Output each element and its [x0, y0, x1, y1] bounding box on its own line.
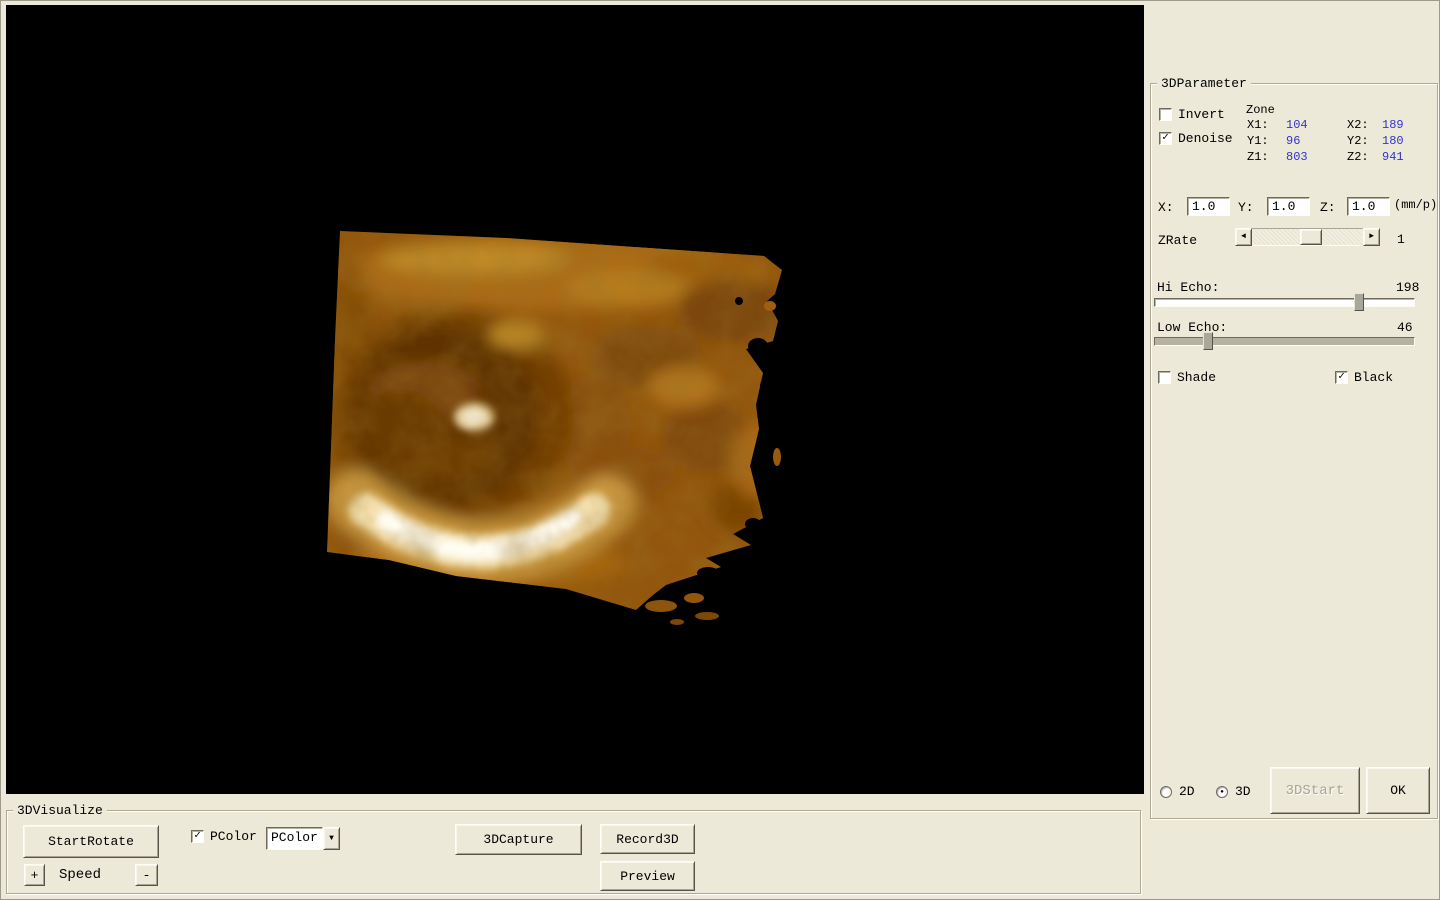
app-window: 3DParameter Invert ✓ Denoise Zone X1: 10… — [0, 0, 1440, 900]
zone-x1-label: X1: — [1247, 118, 1269, 132]
hi-echo-value: 198 — [1396, 280, 1420, 295]
record3d-button[interactable]: Record3D — [600, 824, 695, 854]
ok-button[interactable]: OK — [1366, 767, 1430, 814]
zone-y2-label: Y2: — [1347, 134, 1369, 148]
hi-echo-label: Hi Echo: — [1157, 280, 1220, 295]
3dparameter-title: 3DParameter — [1157, 76, 1251, 91]
zone-x1-value: 104 — [1286, 118, 1308, 132]
chevron-down-icon[interactable]: ▼ — [323, 827, 340, 850]
check-icon: ✓ — [194, 830, 201, 842]
scale-z-label: Z: — [1320, 200, 1336, 215]
speed-plus-button[interactable]: + — [24, 864, 45, 886]
zone-z1-value: 803 — [1286, 150, 1308, 164]
pcolor-checkbox[interactable]: ✓ PColor — [191, 830, 257, 844]
zrate-left-arrow-icon[interactable]: ◄ — [1235, 228, 1252, 246]
zrate-value: 1 — [1397, 232, 1405, 247]
low-echo-thumb[interactable] — [1203, 332, 1213, 350]
3dvisualize-title: 3DVisualize — [13, 803, 107, 818]
low-echo-label: Low Echo: — [1157, 320, 1228, 335]
radio-3d-circle: ● — [1216, 785, 1228, 798]
panel-3dparameter: 3DParameter Invert ✓ Denoise Zone X1: 10… — [1150, 76, 1439, 819]
shade-checkbox-box — [1158, 371, 1171, 384]
zrate-right-arrow-icon[interactable]: ► — [1363, 228, 1380, 246]
black-label: Black — [1354, 370, 1394, 385]
scale-x-label: X: — [1158, 200, 1174, 215]
zone-x2-value: 189 — [1382, 118, 1404, 132]
volume-render — [6, 5, 1144, 794]
pcolor-dropdown-value: PColor — [266, 827, 323, 850]
3d-viewport[interactable] — [6, 5, 1144, 794]
panel-3dvisualize: 3DVisualize StartRotate ✓ PColor PColor … — [6, 803, 1141, 894]
low-echo-value: 46 — [1397, 320, 1413, 335]
preview-button[interactable]: Preview — [600, 861, 695, 891]
radio-3d[interactable]: ● 3D — [1216, 784, 1251, 799]
radio-dot-icon: ● — [1220, 787, 1224, 795]
shade-checkbox[interactable]: Shade — [1158, 371, 1216, 385]
shade-label: Shade — [1177, 370, 1217, 385]
zone-row-x: X1: 104 X2: 189 — [1151, 118, 1439, 132]
speed-label: Speed — [59, 867, 102, 883]
zone-x2-label: X2: — [1347, 118, 1369, 132]
hi-echo-thumb[interactable] — [1354, 293, 1364, 311]
start-rotate-button[interactable]: StartRotate — [23, 825, 159, 858]
3dstart-button[interactable]: 3DStart — [1270, 767, 1360, 814]
zrate-scrollbar[interactable]: ◄ ► — [1235, 228, 1380, 246]
radio-2d-circle — [1160, 785, 1172, 798]
pcolor-checkbox-box: ✓ — [191, 830, 204, 843]
scale-z-input[interactable]: 1.0 — [1347, 197, 1390, 216]
zone-title: Zone — [1246, 103, 1275, 117]
scale-unit-label: (mm/p) — [1394, 198, 1438, 212]
speed-minus-button[interactable]: - — [135, 864, 158, 886]
zone-row-z: Z1: 803 Z2: 941 — [1151, 150, 1439, 164]
zrate-track[interactable] — [1252, 228, 1363, 246]
radio-3d-label: 3D — [1235, 784, 1251, 799]
black-checkbox[interactable]: ✓ Black — [1335, 371, 1393, 385]
zone-z2-label: Z2: — [1347, 150, 1369, 164]
radio-2d[interactable]: 2D — [1160, 784, 1195, 799]
check-icon: ✓ — [1338, 371, 1345, 383]
zone-z2-value: 941 — [1382, 150, 1404, 164]
black-checkbox-box: ✓ — [1335, 371, 1348, 384]
hi-echo-track[interactable] — [1154, 298, 1415, 307]
zrate-label: ZRate — [1158, 233, 1198, 248]
zone-y2-value: 180 — [1382, 134, 1404, 148]
scale-y-input[interactable]: 1.0 — [1267, 197, 1310, 216]
zone-z1-label: Z1: — [1247, 150, 1269, 164]
scale-y-label: Y: — [1238, 200, 1254, 215]
3dcapture-button[interactable]: 3DCapture — [455, 824, 582, 855]
radio-2d-label: 2D — [1179, 784, 1195, 799]
zone-row-y: Y1: 96 Y2: 180 — [1151, 134, 1439, 148]
low-echo-track[interactable] — [1154, 337, 1415, 346]
pcolor-dropdown[interactable]: PColor ▼ — [266, 827, 340, 850]
scale-x-input[interactable]: 1.0 — [1187, 197, 1230, 216]
zone-y1-label: Y1: — [1247, 134, 1269, 148]
pcolor-checkbox-label: PColor — [210, 829, 257, 844]
zone-y1-value: 96 — [1286, 134, 1301, 148]
zrate-thumb[interactable] — [1300, 229, 1322, 245]
